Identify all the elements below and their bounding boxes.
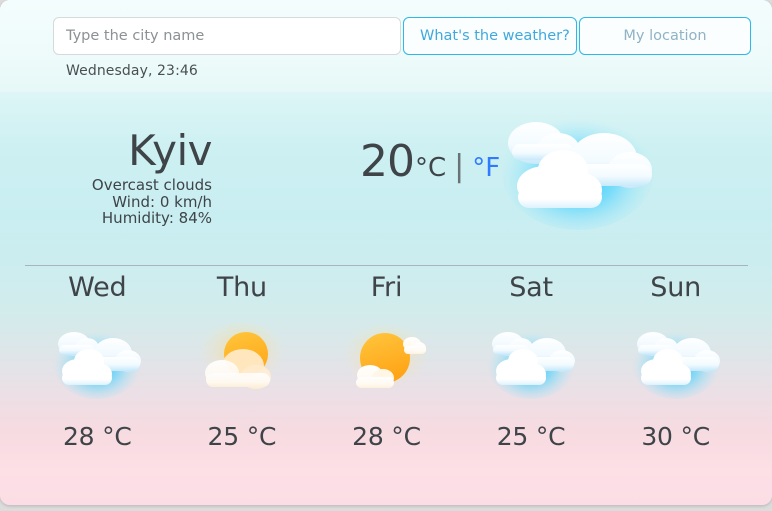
wind-value: Wind: 0 km/h	[112, 192, 212, 211]
forecast-row: Wed 28 °C Thu 25 °C Fri 28 °C Sat 25 °C …	[25, 272, 748, 452]
forecast-temperature: 28 °C	[62, 422, 132, 451]
whats-the-weather-button[interactable]: What's the weather?	[403, 17, 577, 55]
humidity-value: Humidity: 84%	[101, 209, 212, 227]
forecast-day-thu: Thu 25 °C	[170, 272, 315, 452]
city-name: Kyiv	[128, 126, 212, 175]
forecast-dayname: Sat	[509, 272, 553, 303]
search-row: What's the weather? My location	[53, 17, 751, 55]
forecast-dayname: Sun	[650, 272, 702, 303]
overcast-clouds-icon	[25, 314, 170, 406]
current-weather-block: Kyiv Overcast clouds Wind: 0 km/h Humidi…	[0, 100, 772, 258]
forecast-dayname: Wed	[68, 272, 127, 303]
current-weather-details: Kyiv Overcast clouds Wind: 0 km/h Humidi…	[0, 126, 213, 227]
forecast-day-fri: Fri 28 °C	[314, 272, 459, 452]
weather-description: Overcast clouds	[91, 176, 212, 194]
sun-few-clouds-icon	[314, 314, 459, 406]
overcast-clouds-icon	[500, 108, 660, 233]
forecast-temperature: 25 °C	[207, 422, 277, 451]
forecast-day-sat: Sat 25 °C	[459, 272, 604, 452]
unit-divider: |	[454, 149, 465, 184]
temperature-block: 20 °C | °F	[360, 140, 500, 184]
temperature-value: 20	[360, 136, 415, 187]
fahrenheit-toggle-link[interactable]: °F	[472, 155, 500, 181]
sun-behind-cloud-icon	[170, 314, 315, 406]
forecast-dayname: Thu	[216, 272, 267, 303]
forecast-day-wed: Wed 28 °C	[25, 272, 170, 452]
celsius-unit-label: °C	[415, 153, 447, 183]
forecast-dayname: Fri	[370, 272, 403, 303]
city-search-input[interactable]	[53, 17, 401, 55]
current-datetime: Wednesday, 23:46	[66, 63, 198, 79]
section-divider	[25, 265, 748, 266]
overcast-clouds-icon	[603, 314, 748, 406]
forecast-temperature: 28 °C	[352, 422, 421, 451]
forecast-day-sun: Sun 30 °C	[603, 272, 748, 452]
my-location-button[interactable]: My location	[579, 17, 751, 55]
forecast-temperature: 30 °C	[641, 422, 711, 451]
header-bar: What's the weather? My location Wednesda…	[0, 0, 772, 92]
weather-app-card: What's the weather? My location Wednesda…	[0, 0, 772, 505]
overcast-clouds-icon	[459, 314, 604, 406]
forecast-temperature: 25 °C	[496, 422, 566, 451]
